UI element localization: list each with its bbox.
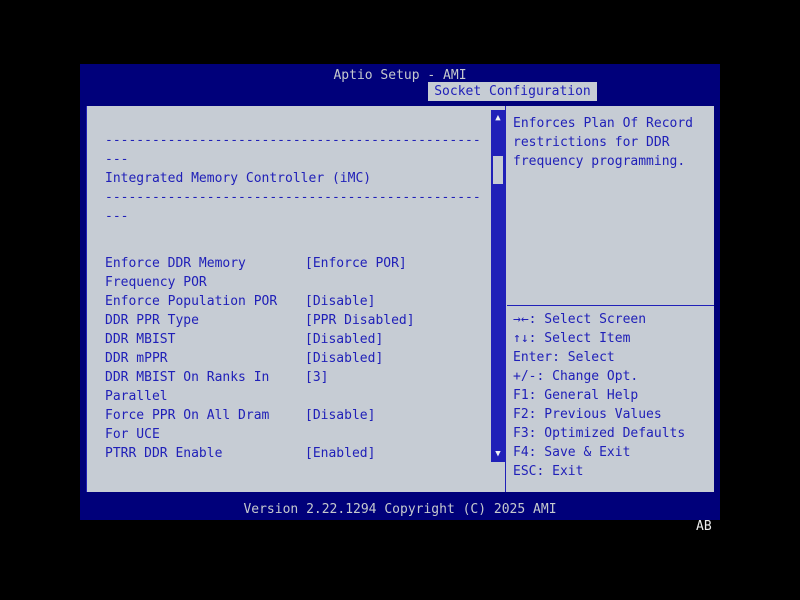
help-line: Enforces Plan Of Record bbox=[513, 116, 694, 131]
item-label: Force PPR On All Dram bbox=[105, 408, 270, 423]
item-label: For UCE bbox=[105, 427, 160, 442]
help-text: Enforces Plan Of Record restrictions for… bbox=[513, 114, 712, 171]
key-hint-change-opt: +/-: Change Opt. bbox=[513, 369, 639, 384]
separator-line: ----------------------------------------… bbox=[105, 190, 481, 205]
key-hint-previous-values: F2: Previous Values bbox=[513, 407, 662, 422]
item-value: [Disabled] bbox=[305, 332, 384, 347]
item-value: [Enforce POR] bbox=[305, 256, 407, 271]
item-label: DDR MBIST On Ranks In bbox=[105, 370, 270, 385]
item-value: [Disable] bbox=[305, 408, 376, 423]
item-value: [Disabled] bbox=[305, 351, 384, 366]
menu-pane: ----------------------------------------… bbox=[86, 106, 506, 492]
bios-screen: Aptio Setup - AMI Socket Configuration -… bbox=[80, 64, 720, 520]
help-separator bbox=[507, 305, 714, 306]
help-pane: Enforces Plan Of Record restrictions for… bbox=[507, 106, 714, 492]
menu-item-enforce-ddr-memory-frequency-por[interactable]: Enforce DDR Memory Frequency POR [Enforc… bbox=[105, 254, 489, 292]
key-hint-optimized-defaults: F3: Optimized Defaults bbox=[513, 426, 686, 441]
item-label: Frequency POR bbox=[105, 275, 207, 290]
item-value: [Enabled] bbox=[305, 446, 376, 461]
separator-line: --- bbox=[105, 152, 129, 167]
section-title: Integrated Memory Controller (iMC) bbox=[105, 171, 372, 186]
menu-item-force-ppr-on-all-dram-for-uce[interactable]: Force PPR On All Dram For UCE [Disable] bbox=[105, 406, 489, 444]
separator-line: --- bbox=[105, 209, 129, 224]
item-label: DDR PPR Type bbox=[105, 313, 199, 328]
tab-socket-configuration[interactable]: Socket Configuration bbox=[428, 82, 597, 101]
item-label: Parallel bbox=[105, 389, 168, 404]
item-value: [3] bbox=[305, 370, 329, 385]
window-title: Aptio Setup - AMI bbox=[333, 68, 467, 83]
key-hint-select-screen: →←: Select Screen bbox=[513, 312, 647, 327]
scroll-down-icon[interactable]: ▼ bbox=[491, 447, 505, 461]
item-label: Enforce Population POR bbox=[105, 294, 278, 309]
scrollbar-thumb[interactable] bbox=[493, 156, 503, 184]
item-label: DDR mPPR bbox=[105, 351, 168, 366]
version-bar: Version 2.22.1294 Copyright (C) 2025 AMI bbox=[243, 502, 557, 517]
item-label: Enforce DDR Memory bbox=[105, 256, 246, 271]
key-legend: →←: Select Screen ↑↓: Select Item Enter:… bbox=[513, 310, 712, 481]
help-line: frequency programming. bbox=[513, 154, 686, 169]
menu-item-ddr-mbist-on-ranks-in-parallel[interactable]: DDR MBIST On Ranks In Parallel [3] bbox=[105, 368, 489, 406]
menu-item-enforce-population-por[interactable]: Enforce Population POR [Disable] bbox=[105, 292, 489, 311]
item-value: [PPR Disabled] bbox=[305, 313, 415, 328]
scrollbar[interactable]: ▲ ▼ bbox=[491, 110, 505, 462]
key-hint-save-exit: F4: Save & Exit bbox=[513, 445, 631, 460]
key-hint-select-item: ↑↓: Select Item bbox=[513, 331, 631, 346]
corner-label: AB bbox=[696, 519, 712, 534]
menu-item-ddr-mppr[interactable]: DDR mPPR [Disabled] bbox=[105, 349, 489, 368]
menu-item-ptrr-ddr-enable[interactable]: PTRR DDR Enable [Enabled] bbox=[105, 444, 489, 463]
key-hint-general-help: F1: General Help bbox=[513, 388, 639, 403]
item-value: [Disable] bbox=[305, 294, 376, 309]
separator-line: ----------------------------------------… bbox=[105, 133, 481, 148]
menu-item-ddr-mbist[interactable]: DDR MBIST [Disabled] bbox=[105, 330, 489, 349]
menu-item-ddr-ppr-type[interactable]: DDR PPR Type [PPR Disabled] bbox=[105, 311, 489, 330]
scroll-up-icon[interactable]: ▲ bbox=[491, 111, 505, 125]
bios-main-area: ----------------------------------------… bbox=[86, 106, 714, 492]
menu-item-list: Enforce DDR Memory Frequency POR [Enforc… bbox=[105, 254, 489, 463]
item-label: PTRR DDR Enable bbox=[105, 446, 223, 461]
item-label: DDR MBIST bbox=[105, 332, 176, 347]
key-hint-esc-exit: ESC: Exit bbox=[513, 464, 584, 479]
key-hint-enter-select: Enter: Select bbox=[513, 350, 615, 365]
help-line: restrictions for DDR bbox=[513, 135, 670, 150]
